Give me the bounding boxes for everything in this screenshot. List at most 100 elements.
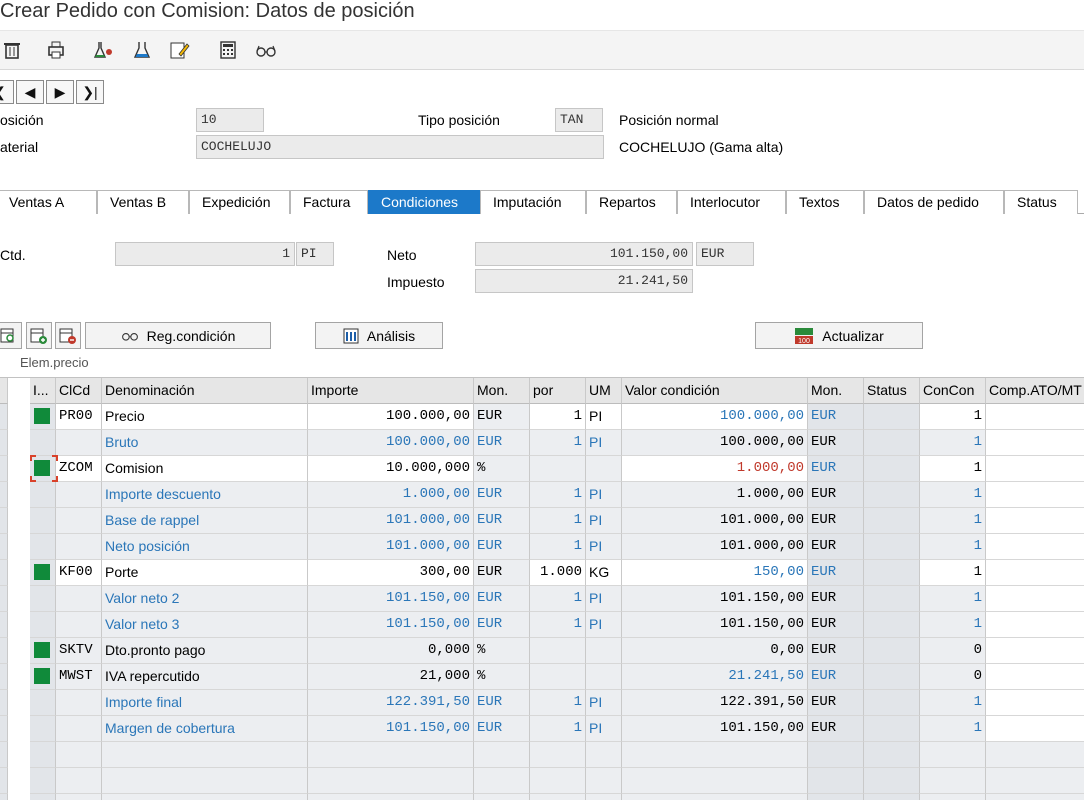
valor-condicion-cell[interactable]: 122.391,50 [622,690,808,716]
column-header-importe[interactable]: Importe [308,378,474,404]
importe-cell[interactable] [308,768,474,794]
trash-icon[interactable] [0,39,24,61]
um-cell[interactable] [586,664,622,690]
tab-ventas-a[interactable]: Ventas A [0,190,97,214]
next-item-button[interactable]: ▶ [46,80,74,104]
por-cell[interactable] [530,768,586,794]
denominacion-cell[interactable]: Dto.pronto pago [102,638,308,664]
denominacion-cell[interactable] [102,794,308,800]
um-cell[interactable] [586,794,622,800]
tab-datos-de-pedido[interactable]: Datos de pedido [864,190,1004,214]
por-cell[interactable]: 1 [530,430,586,456]
mon-cell[interactable] [474,742,530,768]
concon-cell[interactable]: 1 [920,586,986,612]
print-icon[interactable] [44,39,68,61]
por-cell[interactable]: 1 [530,508,586,534]
valor-condicion-cell[interactable] [622,742,808,768]
flask-icon[interactable] [92,39,116,61]
concon-cell[interactable]: 1 [920,716,986,742]
comp-ato-cell[interactable] [986,404,1084,430]
table-row[interactable]: SKTV Dto.pronto pago 0,000% 0,00 EUR 0 [0,638,1084,664]
um-cell[interactable]: PI [586,404,622,430]
um-cell[interactable]: PI [586,482,622,508]
valor-condicion-cell[interactable]: 101.150,00 [622,716,808,742]
status-text-cell[interactable] [864,560,920,586]
concon-cell[interactable] [920,742,986,768]
status-text-cell[interactable] [864,716,920,742]
um-cell[interactable]: PI [586,716,622,742]
comp-ato-cell[interactable] [986,612,1084,638]
ctd-field[interactable]: 1 [115,242,295,266]
por-cell[interactable] [530,742,586,768]
glasses-icon[interactable] [254,39,278,61]
column-header-um[interactable]: UM [586,378,622,404]
mon-cell[interactable]: % [474,456,530,482]
mon2-cell[interactable]: EUR [808,716,864,742]
denominacion-cell[interactable]: Porte [102,560,308,586]
valor-condicion-cell[interactable]: 21.241,50 [622,664,808,690]
mon2-cell[interactable]: EUR [808,508,864,534]
table-row[interactable]: PR00 Precio 100.000,00 EUR 1 PI 100.000,00 EUR 1 [0,404,1084,430]
status-text-cell[interactable] [864,742,920,768]
mon-cell[interactable]: EUR [474,690,530,716]
importe-cell[interactable] [308,742,474,768]
comp-ato-cell[interactable] [986,742,1084,768]
concon-cell[interactable]: 0 [920,638,986,664]
clcd-cell[interactable] [56,716,102,742]
valor-condicion-cell[interactable]: 101.150,00 [622,586,808,612]
importe-cell[interactable]: 21,000 [308,664,474,690]
comp-ato-cell[interactable] [986,586,1084,612]
importe-cell[interactable]: 101.000,00 [308,508,474,534]
status-text-cell[interactable] [864,456,920,482]
mon-cell[interactable]: EUR [474,586,530,612]
um-cell[interactable]: PI [586,534,622,560]
importe-cell[interactable]: 100.000,00 [308,404,474,430]
clcd-cell[interactable] [56,534,102,560]
reg-condicion-button[interactable]: Reg.condición [85,322,271,349]
status-text-cell[interactable] [864,404,920,430]
importe-cell[interactable]: 100.000,00 [308,430,474,456]
column-header-concon[interactable]: ConCon [920,378,986,404]
column-header-mon2[interactable]: Mon. [808,378,864,404]
tab-condiciones[interactable]: Condiciones [368,190,480,214]
table-row[interactable]: Importe descuento 1.000,00 EUR 1 PI 1.000,00 E… [0,482,1084,508]
status-text-cell[interactable] [864,586,920,612]
concon-cell[interactable]: 1 [920,612,986,638]
table-row[interactable]: Valor neto 3 101.150,00 EUR 1 PI 101.150,00 EU… [0,612,1084,638]
mon-cell[interactable]: % [474,664,530,690]
search-condition-button[interactable] [0,322,22,349]
denominacion-cell[interactable]: Margen de cobertura [102,716,308,742]
table-row[interactable]: MWST IVA repercutido 21,000% 21.241,50 EUR 0 [0,664,1084,690]
mon2-cell[interactable]: EUR [808,430,864,456]
denominacion-cell[interactable]: Base de rappel [102,508,308,534]
clcd-cell[interactable]: KF00 [56,560,102,586]
add-row-button[interactable] [26,322,52,349]
concon-cell[interactable]: 1 [920,560,986,586]
por-cell[interactable] [530,456,586,482]
um-cell[interactable] [586,742,622,768]
concon-cell[interactable]: 1 [920,534,986,560]
concon-cell[interactable]: 1 [920,508,986,534]
calculator-icon[interactable] [216,39,240,61]
status-text-cell[interactable] [864,612,920,638]
valor-condicion-cell[interactable]: 1.000,00 [622,482,808,508]
um-cell[interactable]: PI [586,586,622,612]
mon2-cell[interactable] [808,768,864,794]
um-cell[interactable]: PI [586,612,622,638]
table-row[interactable]: Margen de cobertura 101.150,00 EUR 1 PI 101.1… [0,716,1084,742]
previous-item-button[interactable]: ◀ [16,80,44,104]
mon2-cell[interactable]: EUR [808,482,864,508]
actualizar-button[interactable]: 100 Actualizar [755,322,923,349]
valor-condicion-cell[interactable] [622,768,808,794]
clcd-cell[interactable] [56,794,102,800]
mon-cell[interactable]: EUR [474,508,530,534]
mon2-cell[interactable]: EUR [808,690,864,716]
valor-condicion-cell[interactable]: 150,00 [622,560,808,586]
importe-cell[interactable]: 0,000 [308,638,474,664]
mon2-cell[interactable]: EUR [808,404,864,430]
table-row[interactable] [0,742,1084,768]
comp-ato-cell[interactable] [986,456,1084,482]
status-text-cell[interactable] [864,430,920,456]
por-cell[interactable]: 1 [530,534,586,560]
mon2-cell[interactable]: EUR [808,456,864,482]
